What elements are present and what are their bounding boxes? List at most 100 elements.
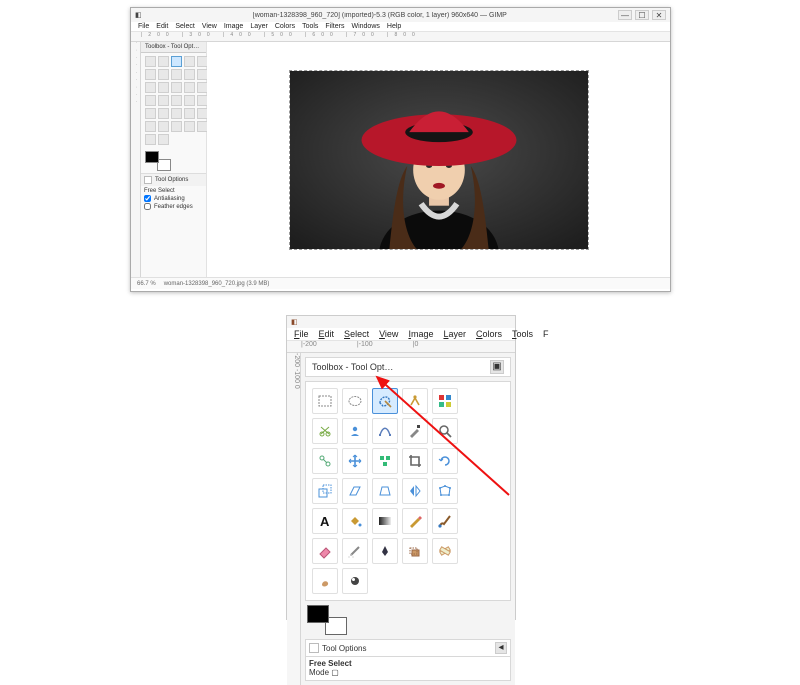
paintbrush-tool[interactable] (432, 508, 458, 534)
minimize-button[interactable]: — (618, 10, 632, 20)
color-picker-tool[interactable] (184, 69, 195, 80)
crop-tool[interactable] (402, 448, 428, 474)
menu-view[interactable]: View (379, 329, 398, 339)
background-color[interactable] (157, 159, 171, 171)
paths-tool[interactable] (171, 69, 182, 80)
color-select-tool[interactable] (432, 388, 458, 414)
menu-file[interactable]: File (294, 329, 309, 339)
menu-layer[interactable]: Layer (443, 329, 466, 339)
clone-tool[interactable] (402, 538, 428, 564)
portrait-image (290, 71, 588, 249)
shear-tool[interactable] (158, 95, 169, 106)
rect-select-tool[interactable] (145, 56, 156, 67)
menu-windows[interactable]: Windows (351, 23, 379, 30)
gradient-tool[interactable] (372, 508, 398, 534)
menu-image[interactable]: Image (224, 23, 243, 30)
flip-tool[interactable] (402, 478, 428, 504)
text-tool[interactable] (145, 108, 156, 119)
menu-colors[interactable]: Colors (476, 329, 502, 339)
foreground-color[interactable] (307, 605, 329, 623)
shear-tool[interactable] (342, 478, 368, 504)
close-button[interactable]: ✕ (652, 10, 666, 20)
ruler-horizontal: |200 |300 |400 |500 |600 |700 |800 (131, 32, 670, 42)
tool-grid (141, 53, 206, 148)
scale-tool[interactable] (312, 478, 338, 504)
foreground-color[interactable] (145, 151, 159, 163)
canvas-area[interactable] (207, 42, 670, 277)
bucket-fill-tool[interactable] (158, 108, 169, 119)
bucket-fill-tool[interactable] (342, 508, 368, 534)
scissors-tool[interactable] (145, 69, 156, 80)
menu-edit[interactable]: Edit (319, 329, 335, 339)
smudge-tool[interactable] (145, 134, 156, 145)
align-tool[interactable] (372, 448, 398, 474)
menu-filters[interactable]: Filters (325, 23, 344, 30)
color-swatch-large[interactable] (307, 605, 347, 635)
dodge-burn-tool[interactable] (158, 134, 169, 145)
menu-tools[interactable]: Tools (302, 23, 318, 30)
menu-file[interactable]: File (138, 23, 149, 30)
pencil-tool[interactable] (402, 508, 428, 534)
maximize-button[interactable]: ☐ (635, 10, 649, 20)
toolbox-close-icon[interactable]: ▣ (490, 360, 504, 374)
perspective-tool[interactable] (171, 95, 182, 106)
menu-select[interactable]: Select (175, 23, 194, 30)
ink-tool[interactable] (372, 538, 398, 564)
pencil-tool[interactable] (184, 108, 195, 119)
eraser-tool[interactable] (312, 538, 338, 564)
heal-tool[interactable] (432, 538, 458, 564)
menu-colors[interactable]: Colors (275, 23, 295, 30)
menu-select[interactable]: Select (344, 329, 369, 339)
free-select-tool[interactable] (372, 388, 398, 414)
color-swatch[interactable] (145, 151, 171, 171)
scissors-select-tool[interactable] (312, 418, 338, 444)
foreground-select-tool[interactable] (342, 418, 368, 444)
menu-more[interactable]: F (543, 329, 549, 339)
move-tool[interactable] (158, 82, 169, 93)
paths-tool[interactable] (372, 418, 398, 444)
airbrush-tool[interactable] (342, 538, 368, 564)
clone-tool[interactable] (184, 121, 195, 132)
gimp-icon: ◧ (135, 11, 142, 19)
scale-tool[interactable] (145, 95, 156, 106)
gradient-tool[interactable] (171, 108, 182, 119)
menu-view[interactable]: View (202, 23, 217, 30)
color-picker-tool[interactable] (402, 418, 428, 444)
dodge-burn-tool[interactable] (342, 568, 368, 594)
toolbox-title: Toolbox - Tool Opt… (141, 42, 206, 53)
airbrush-tool[interactable] (158, 121, 169, 132)
flip-tool[interactable] (184, 95, 195, 106)
rect-select-tool[interactable] (312, 388, 338, 414)
zoom-menubar: File Edit Select View Image Layer Colors… (287, 328, 515, 341)
tool-options-menu-icon[interactable]: ◂ (495, 642, 507, 654)
fuzzy-select-tool[interactable] (402, 388, 428, 414)
mode-replace-icon[interactable]: ▢ (331, 668, 339, 677)
crop-tool[interactable] (184, 82, 195, 93)
perspective-tool[interactable] (372, 478, 398, 504)
menu-edit[interactable]: Edit (156, 23, 168, 30)
eraser-tool[interactable] (145, 121, 156, 132)
text-tool[interactable]: A (312, 508, 338, 534)
foreground-select-tool[interactable] (158, 69, 169, 80)
menu-help[interactable]: Help (387, 23, 401, 30)
menu-image[interactable]: Image (408, 329, 433, 339)
ink-tool[interactable] (171, 121, 182, 132)
tool-options-icon (144, 176, 152, 184)
free-select-tool[interactable] (171, 56, 182, 67)
measure-tool[interactable] (145, 82, 156, 93)
ellipse-select-tool[interactable] (158, 56, 169, 67)
zoom-tool[interactable] (432, 418, 458, 444)
align-tool[interactable] (171, 82, 182, 93)
measure-tool[interactable] (312, 448, 338, 474)
smudge-tool[interactable] (312, 568, 338, 594)
move-tool[interactable] (342, 448, 368, 474)
cage-tool[interactable] (432, 478, 458, 504)
ellipse-select-tool[interactable] (342, 388, 368, 414)
menu-tools[interactable]: Tools (512, 329, 533, 339)
menu-layer[interactable]: Layer (250, 23, 268, 30)
antialias-checkbox[interactable]: Antialiasing (144, 195, 203, 202)
image-canvas[interactable] (289, 70, 589, 250)
rotate-tool[interactable] (432, 448, 458, 474)
fuzzy-select-tool[interactable] (184, 56, 195, 67)
feather-checkbox[interactable]: Feather edges (144, 203, 203, 210)
